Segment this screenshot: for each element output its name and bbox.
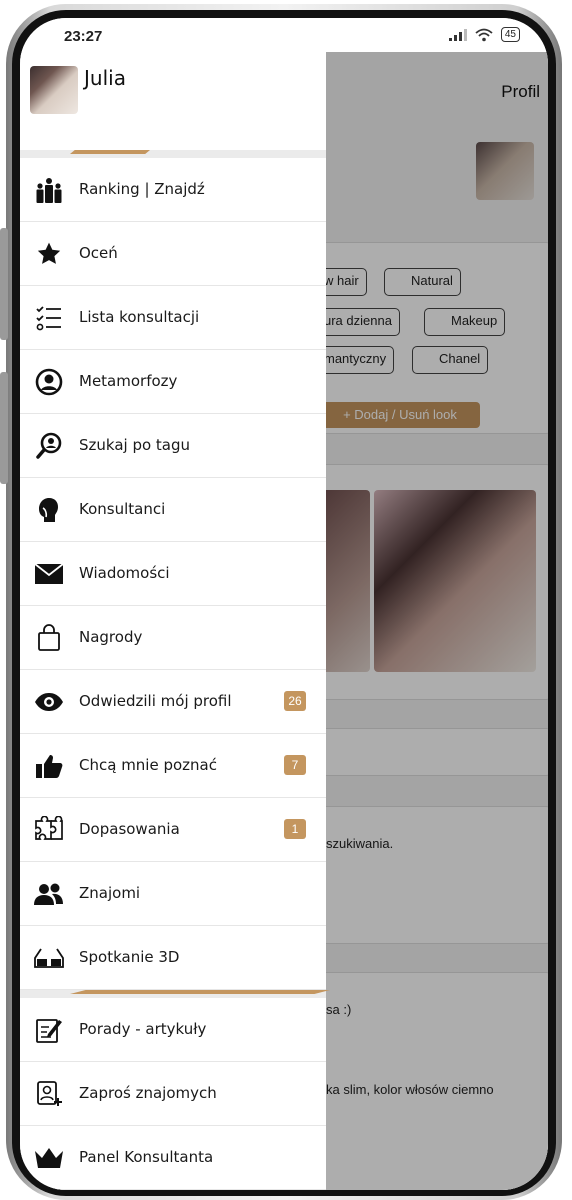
avatar[interactable] [30,66,78,114]
count-badge: 7 [284,755,306,775]
count-badge: 1 [284,819,306,839]
divider [20,150,326,158]
edit-article-icon [34,1016,64,1044]
battery-icon: 45 [500,27,520,42]
menu-item-rate[interactable]: Oceń [20,222,326,286]
menu-item-label: Wiadomości [79,564,170,582]
menu-item-label: Odwiedzili mój profil [79,692,232,710]
menu-item-metamorphoses[interactable]: Metamorfozy [20,350,326,414]
star-icon [34,240,64,268]
menu-item-rewards[interactable]: Nagrody [20,606,326,670]
menu-item-label: Konsultanci [79,500,166,518]
menu-item-friends[interactable]: Znajomi [20,862,326,926]
menu-item-articles[interactable]: Porady - artykuły [20,998,326,1062]
menu-item-profile-visits[interactable]: Odwiedzili mój profil 26 [20,670,326,734]
menu-item-label: Zaproś znajomych [79,1084,217,1102]
menu-item-label: Porady - artykuły [79,1020,207,1038]
ranking-people-icon [34,176,64,204]
3d-glasses-icon [34,944,64,972]
shopping-bag-icon [34,624,64,652]
menu-item-ranking[interactable]: Ranking | Znajdź [20,158,326,222]
user-name: Julia [84,66,126,90]
menu-item-3d-meeting[interactable]: Spotkanie 3D [20,926,326,990]
menu-item-invite-friends[interactable]: Zaproś znajomych [20,1062,326,1126]
menu-item-label: Nagrody [79,628,143,646]
puzzle-icon [34,816,64,844]
menu-item-label: Lista konsultacji [79,308,200,326]
menu-item-label: Dopasowania [79,820,180,838]
menu-item-label: Spotkanie 3D [79,948,180,966]
envelope-icon [34,560,64,588]
crown-icon [34,1144,64,1172]
signal-icon [448,28,467,41]
friends-icon [34,880,64,908]
menu-item-label: Ranking | Znajdź [79,180,205,198]
thumbs-up-icon [34,752,64,780]
drawer-header: Julia [20,52,326,150]
menu-item-label: Panel Konsultanta [79,1148,214,1166]
navigation-drawer: Julia Ranking | Znajdź Oceń Lista konsul… [20,52,326,1190]
menu-item-matches[interactable]: Dopasowania 1 [20,798,326,862]
menu-item-want-to-meet[interactable]: Chcą mnie poznać 7 [20,734,326,798]
count-badge: 26 [284,691,306,711]
head-silhouette-icon [34,496,64,524]
divider [20,990,326,998]
eye-icon [34,688,64,716]
menu-item-consultations[interactable]: Lista konsultacji [20,286,326,350]
screen: 23:27 45 Profil w hair Natural ura dzien… [20,18,548,1190]
menu-item-consultants[interactable]: Konsultanci [20,478,326,542]
phone-device: 23:27 45 Profil w hair Natural ura dzien… [0,0,572,1200]
menu-item-label: Oceń [79,244,118,262]
power-button [0,372,8,484]
invite-contact-icon [34,1080,64,1108]
status-bar: 23:27 45 [20,18,548,52]
menu-item-label: Znajomi [79,884,141,902]
menu-item-consultant-panel[interactable]: Panel Konsultanta [20,1126,326,1190]
menu-item-messages[interactable]: Wiadomości [20,542,326,606]
checklist-icon [34,304,64,332]
menu-item-label: Szukaj po tagu [79,436,191,454]
wifi-icon [475,28,493,41]
status-time: 23:27 [64,28,103,45]
menu-item-search-tag[interactable]: Szukaj po tagu [20,414,326,478]
menu-item-label: Metamorfozy [79,372,178,390]
search-person-icon [34,432,64,460]
volume-button [0,228,8,340]
person-circle-icon [34,368,64,396]
menu-item-label: Chcą mnie poznać [79,756,217,774]
